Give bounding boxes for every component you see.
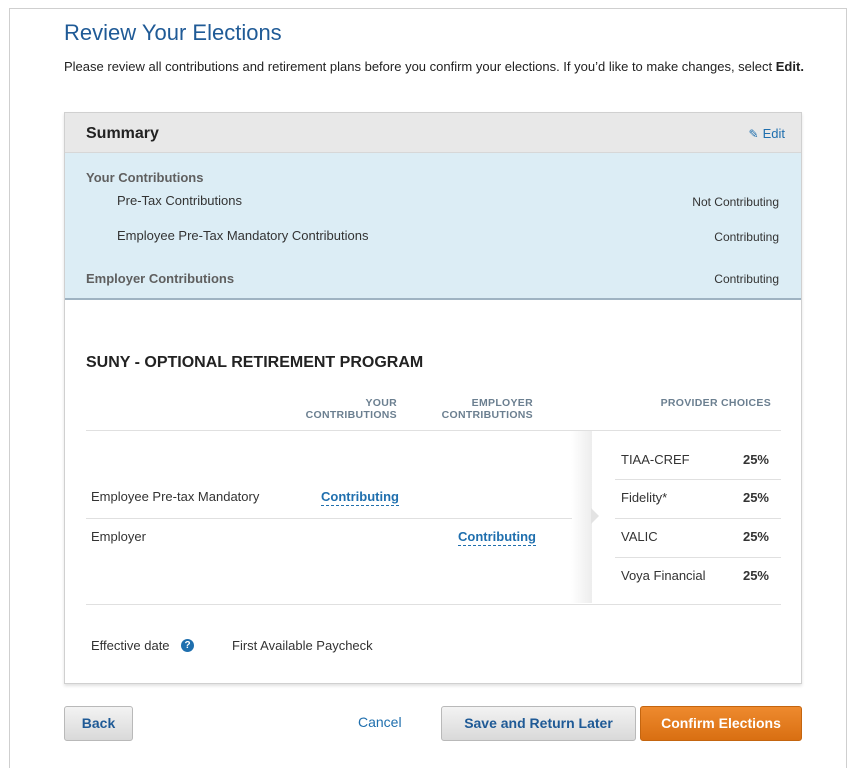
cancel-link[interactable]: Cancel (358, 714, 402, 730)
employer-contributions-header: EMPLOYER CONTRIBUTIONS (431, 397, 533, 421)
your-header-line1: YOUR (365, 397, 397, 409)
table-bottom-divider (86, 604, 781, 605)
provider-name: VALIC (621, 529, 658, 544)
provider-percent: 25% (742, 568, 769, 583)
intro-edit-word: Edit. (775, 59, 804, 74)
mandatory-label: Employee Pre-Tax Mandatory Contributions (117, 228, 369, 243)
page-title: Review Your Elections (64, 20, 282, 45)
provider-divider (615, 518, 781, 519)
edit-label: Edit (762, 126, 785, 141)
provider-percent: 25% (742, 490, 769, 505)
row-label-mandatory: Employee Pre-tax Mandatory (91, 489, 260, 504)
effective-date-value: First Available Paycheck (232, 638, 373, 653)
provider-choices-header: PROVIDER CHOICES (660, 397, 771, 409)
effective-date-label: Effective date (91, 638, 170, 653)
summary-title: Summary (86, 125, 159, 142)
provider-name: Fidelity* (621, 490, 668, 505)
back-button[interactable]: Back (64, 706, 133, 741)
row-label-employer: Employer (91, 529, 146, 544)
confirm-elections-button[interactable]: Confirm Elections (640, 706, 802, 741)
summary-body: Your Contributions Pre-Tax Contributions… (65, 153, 801, 300)
provider-panel-shadow (571, 431, 593, 603)
review-card: Summary ✎ Edit Your Contributions Pre-Tax… (64, 112, 802, 684)
summary-header: Summary ✎ Edit (65, 113, 801, 153)
panel-arrow (591, 508, 599, 524)
employer-contributions-label: Employer Contributions (86, 271, 235, 286)
employer-contributions-status: Contributing (714, 272, 779, 286)
your-contributions-label: Your Contributions (86, 170, 204, 185)
intro-body: Please review all contributions and reti… (64, 59, 773, 74)
edit-button[interactable]: ✎ Edit (749, 126, 785, 141)
row-divider (86, 518, 572, 519)
employer-header-line1: EMPLOYER (471, 397, 533, 409)
employer-contribution-link[interactable]: Contributing (458, 529, 536, 546)
your-header-line2: CONTRIBUTIONS (305, 409, 397, 421)
provider-percent: 25% (742, 452, 769, 467)
provider-name: Voya Financial (621, 568, 706, 583)
pre-tax-label: Pre-Tax Contributions (117, 193, 242, 208)
your-contribution-link[interactable]: Contributing (321, 489, 399, 506)
pencil-icon: ✎ (748, 127, 759, 141)
plan-title: SUNY - OPTIONAL RETIREMENT PROGRAM (86, 354, 424, 371)
provider-divider (615, 557, 781, 558)
save-and-return-later-button[interactable]: Save and Return Later (441, 706, 636, 741)
intro-text: Please review all contributions and reti… (64, 58, 804, 75)
provider-name: TIAA-CREF (621, 452, 690, 467)
provider-percent: 25% (742, 529, 769, 544)
pre-tax-status: Not Contributing (692, 195, 779, 209)
employer-header-line2: CONTRIBUTIONS (441, 409, 533, 421)
your-contributions-header: YOUR CONTRIBUTIONS (295, 397, 397, 421)
mandatory-status: Contributing (714, 230, 779, 244)
question-circle-icon[interactable]: ? (181, 639, 194, 652)
provider-divider (615, 479, 781, 480)
